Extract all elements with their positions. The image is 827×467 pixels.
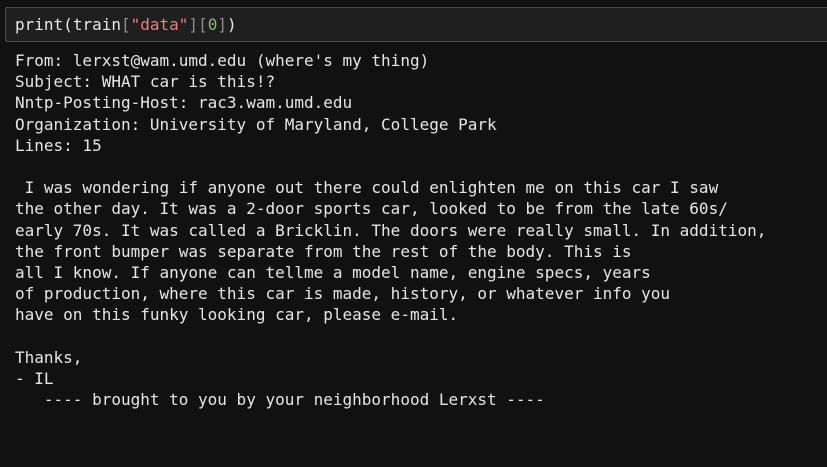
code-close-bracket: ] — [217, 15, 227, 34]
output-line: From: lerxst@wam.umd.edu (where's my thi… — [15, 51, 430, 70]
output-line: Thanks, — [15, 347, 83, 367]
output-line: Organization: University of Maryland, Co… — [15, 114, 497, 134]
output-line: early 70s. It was called a Bricklin. The… — [15, 220, 767, 240]
code-variable: train — [72, 15, 121, 34]
cell-output: From: lerxst@wam.umd.edu (where's my thi… — [15, 50, 820, 410]
code-open-bracket: [ — [198, 15, 208, 34]
code-open-bracket: [ — [120, 15, 131, 34]
code-close-bracket: ] — [188, 15, 199, 34]
output-line: Nntp-Posting-Host: rac3.wam.umd.edu — [15, 93, 353, 113]
output-line: have on this funky looking car, please e… — [15, 305, 459, 325]
output-line: Lines: 15 — [15, 135, 102, 155]
code-line[interactable]: print(train["data"][0]) — [15, 15, 237, 35]
output-line: ---- brought to you by your neighborhood… — [15, 390, 545, 409]
output-line: the other day. It was a 2-door sports ca… — [15, 199, 728, 219]
code-input-cell[interactable]: print(train["data"][0]) — [5, 7, 827, 42]
output-line: of production, where this car is made, h… — [15, 284, 671, 304]
code-string-key: "data" — [130, 15, 189, 34]
output-line: I was wondering if anyone out there coul… — [15, 178, 719, 198]
code-index: 0 — [207, 15, 218, 34]
output-line: Subject: WHAT car is this!? — [15, 72, 276, 92]
output-line: the front bumper was separate from the r… — [15, 241, 632, 261]
code-function-name: print — [15, 15, 64, 34]
code-close-paren: ) — [226, 15, 237, 34]
code-open-paren: ( — [63, 15, 73, 34]
output-line: all I know. If anyone can tellme a model… — [15, 262, 651, 282]
output-line: - IL — [15, 368, 54, 388]
